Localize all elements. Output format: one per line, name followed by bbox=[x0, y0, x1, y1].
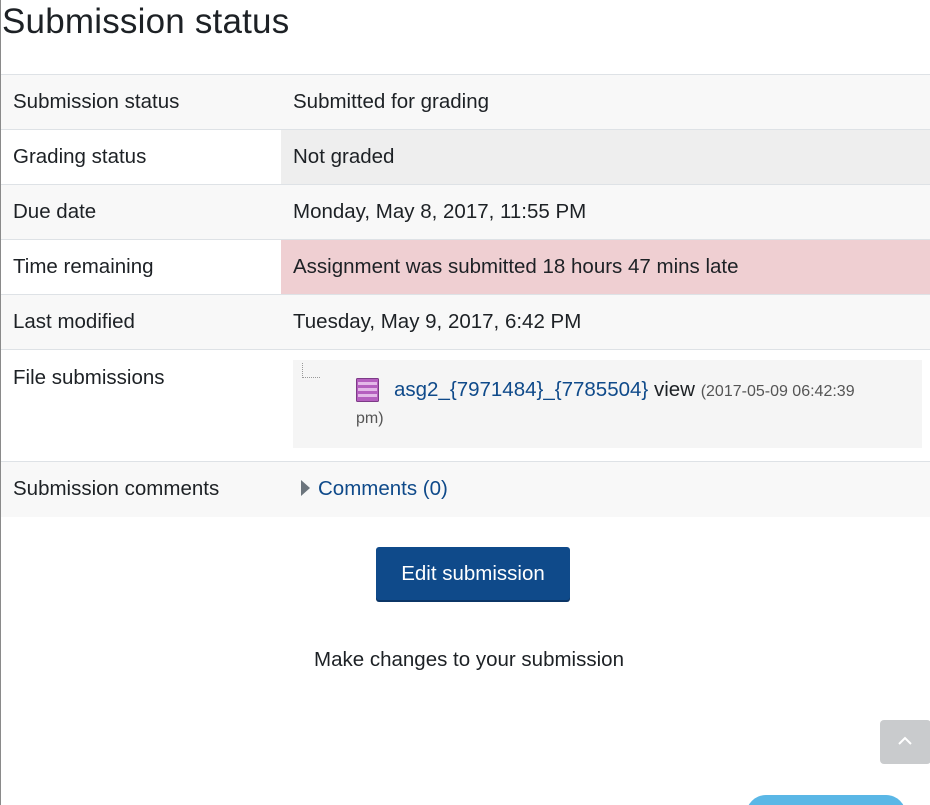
comments-link[interactable]: Comments (0) bbox=[318, 477, 448, 500]
file-line: asg2_{7971484}_{7785504} view (2017-05-0… bbox=[394, 376, 855, 406]
table-row: Submission status Submitted for grading bbox=[1, 74, 930, 130]
submission-status-table: Submission status Submitted for grading … bbox=[1, 74, 930, 517]
table-row: Grading status Not graded bbox=[1, 129, 930, 185]
table-row: File submissions asg2_{7971484}_{7785504… bbox=[1, 349, 930, 462]
table-row: Submission comments Comments (0) bbox=[1, 461, 930, 517]
row-value-file-submissions: asg2_{7971484}_{7785504} view (2017-05-0… bbox=[281, 349, 930, 462]
row-label-submission-status: Submission status bbox=[1, 74, 281, 130]
back-to-top-button[interactable] bbox=[880, 720, 930, 764]
row-value-time-remaining: Assignment was submitted 18 hours 47 min… bbox=[281, 239, 930, 295]
row-label-time-remaining: Time remaining bbox=[1, 239, 281, 295]
page: Submission status Submission status Subm… bbox=[0, 0, 930, 805]
file-timestamp: (2017-05-09 06:42:39 bbox=[700, 383, 855, 400]
file-download-link[interactable]: asg2_{7971484}_{7785504} bbox=[394, 378, 648, 401]
page-title: Submission status bbox=[2, 2, 290, 41]
file-tree: asg2_{7971484}_{7785504} view (2017-05-0… bbox=[293, 360, 922, 448]
row-label-file-submissions: File submissions bbox=[1, 349, 281, 462]
chevron-up-icon bbox=[898, 736, 912, 745]
tree-connector bbox=[302, 363, 320, 378]
floating-action-button[interactable] bbox=[746, 795, 906, 805]
table-row: Last modified Tuesday, May 9, 2017, 6:42… bbox=[1, 294, 930, 350]
expand-caret-icon[interactable] bbox=[301, 480, 310, 497]
edit-submission-button[interactable]: Edit submission bbox=[376, 547, 570, 600]
table-row: Due date Monday, May 8, 2017, 11:55 PM bbox=[1, 184, 930, 240]
row-value-last-modified: Tuesday, May 9, 2017, 6:42 PM bbox=[281, 294, 930, 350]
archive-file-icon bbox=[356, 378, 379, 402]
row-label-due-date: Due date bbox=[1, 184, 281, 240]
row-value-grading-status: Not graded bbox=[281, 129, 930, 185]
row-value-submission-comments: Comments (0) bbox=[281, 461, 930, 517]
file-view-link[interactable]: view bbox=[654, 378, 695, 401]
row-value-submission-status: Submitted for grading bbox=[281, 74, 930, 130]
file-timestamp-continued: pm) bbox=[356, 410, 384, 427]
edit-help-text: Make changes to your submission bbox=[314, 648, 624, 671]
row-label-grading-status: Grading status bbox=[1, 129, 281, 185]
table-row: Time remaining Assignment was submitted … bbox=[1, 239, 930, 295]
row-value-due-date: Monday, May 8, 2017, 11:55 PM bbox=[281, 184, 930, 240]
row-label-last-modified: Last modified bbox=[1, 294, 281, 350]
row-label-submission-comments: Submission comments bbox=[1, 461, 281, 517]
